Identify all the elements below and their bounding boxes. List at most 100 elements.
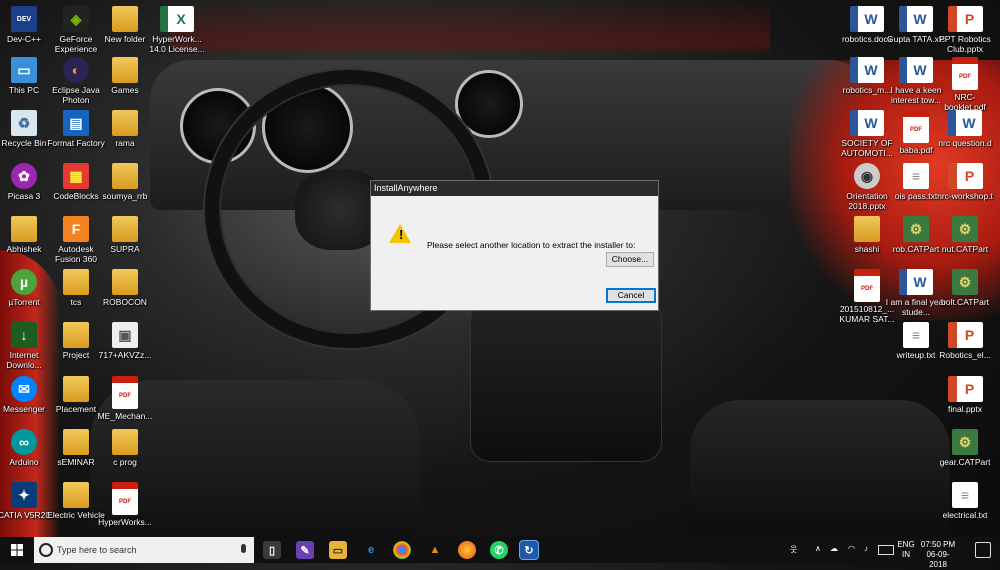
desktop-icon[interactable]: PDF ME_Mechan... <box>94 376 156 421</box>
taskbar: Type here to search ▯ ✎ ▭ e ▲ ✆ ↻ 웃 ∧ ☁ … <box>0 537 1000 569</box>
dialog-title-bar[interactable]: InstallAnywhere <box>371 181 658 196</box>
word-icon: W <box>850 57 884 83</box>
desktop-icon-label: HyperWorks... <box>98 517 152 527</box>
folder-icon <box>63 269 89 295</box>
desktop-icon-label: Games <box>111 85 139 95</box>
desktop-icon-label: bolt.CATPart <box>940 297 990 307</box>
folder-icon <box>63 482 89 508</box>
folder-icon <box>63 376 89 402</box>
region-code: IN <box>902 550 910 559</box>
desktop-icon[interactable]: ⚙ nut.CATPart <box>934 216 996 254</box>
desktop-icon-label: NRC-booklet.pdf <box>944 92 986 112</box>
wallpaper-gauge-center <box>262 82 353 173</box>
text-file-icon: ≡ <box>903 163 929 189</box>
orientation-icon: ◉ <box>854 163 880 189</box>
desktop-icon[interactable]: P Robotics_el... <box>934 322 996 360</box>
word-icon: W <box>899 57 933 83</box>
word-icon: W <box>850 6 884 32</box>
word-icon: W <box>899 6 933 32</box>
desktop-icon[interactable]: ROBOCON <box>94 269 156 307</box>
format-factory-icon: ▤ <box>63 110 89 136</box>
desktop-icon-label: nut.CATPart <box>941 244 989 254</box>
file-explorer-icon[interactable]: ▭ <box>329 541 347 559</box>
whatsapp-icon[interactable]: ✆ <box>490 541 508 559</box>
desktop-icon-label: ROBOCON <box>103 297 147 307</box>
installanywhere-dialog: InstallAnywhere ! Please select another … <box>370 180 659 311</box>
desktop-icon-label: Robotics_el... <box>939 350 991 360</box>
pdf-icon: PDF <box>952 57 978 90</box>
microphone-icon[interactable] <box>241 544 246 553</box>
catpart-icon: ⚙ <box>952 269 978 295</box>
search-box[interactable]: Type here to search <box>34 537 254 563</box>
desktop-icon[interactable]: soumya_rrb <box>94 163 156 201</box>
desktop-icon[interactable]: Pnrc-workshop.t <box>934 163 996 201</box>
image-file-icon: ▣ <box>112 322 138 348</box>
desktop-icon[interactable]: Wnrc question.d <box>934 110 996 148</box>
paint-3d-icon[interactable]: ✎ <box>296 541 314 559</box>
fusion360-icon: F <box>63 216 89 242</box>
folder-icon <box>112 110 138 136</box>
geforce-icon: ◈ <box>63 6 89 32</box>
people-icon[interactable]: 웃 <box>790 544 797 570</box>
desktop-icon[interactable]: PDF HyperWorks... <box>94 482 156 527</box>
text-file-icon: ≡ <box>903 322 929 348</box>
desktop-icon[interactable]: c prog <box>94 429 156 467</box>
desktop-icon[interactable]: Pfinal.pptx <box>934 376 996 414</box>
desktop-icon[interactable]: PDF NRC-booklet.pdf <box>934 57 996 112</box>
clock-time: 07:50 PM <box>920 540 956 549</box>
clock[interactable]: 07:50 PM 06-09-2018 <box>918 540 958 570</box>
dialog-body: ! Please select another location to extr… <box>371 196 658 310</box>
word-icon: W <box>899 269 933 295</box>
cloud-icon[interactable]: ☁ <box>830 544 838 570</box>
action-center-icon[interactable] <box>975 542 991 558</box>
wifi-icon[interactable]: ◠ <box>848 544 855 570</box>
desktop-icon[interactable]: ⚙ bolt.CATPart <box>934 269 996 307</box>
folder-icon <box>854 216 880 242</box>
catpart-icon: ⚙ <box>952 429 978 455</box>
edge-browser-icon[interactable]: e <box>362 541 380 559</box>
idm-icon: ↓ <box>11 322 37 348</box>
desktop-icon[interactable]: SUPRA <box>94 216 156 254</box>
ppt-icon: P <box>947 376 983 402</box>
vlc-icon[interactable]: ▲ <box>426 541 444 559</box>
volume-icon[interactable]: ♪ <box>864 544 868 570</box>
desktop-icon[interactable]: X HyperWork... 14.0 License... <box>146 6 208 54</box>
catpart-icon: ⚙ <box>903 216 929 242</box>
folder-icon <box>112 216 138 242</box>
folder-icon <box>112 163 138 189</box>
cancel-button[interactable]: Cancel <box>606 288 656 303</box>
task-view-icon[interactable]: ▯ <box>263 541 281 559</box>
desktop-icon[interactable]: rama <box>94 110 156 148</box>
desktop-icon[interactable]: ≡ electrical.txt <box>934 482 996 520</box>
language-indicator[interactable]: ENG IN <box>896 540 916 560</box>
excel-icon: X <box>160 6 194 32</box>
desktop-icon[interactable]: ⚙ gear.CATPart <box>934 429 996 467</box>
folder-icon <box>112 269 138 295</box>
arduino-icon: ∞ <box>11 429 37 455</box>
keyboard-icon[interactable] <box>878 545 894 555</box>
catia-icon: ✦ <box>11 482 37 508</box>
desktop-icon-label: nrc question.d <box>938 138 992 148</box>
devcpp-icon: DEV <box>11 6 37 32</box>
desktop-icon-label: final.pptx <box>947 404 983 414</box>
desktop-icon[interactable]: P PPT Robotics Club.pptx <box>934 6 996 54</box>
chrome-icon[interactable] <box>393 541 411 559</box>
folder-icon <box>11 216 37 242</box>
desktop-icon-label: SUPRA <box>110 244 140 254</box>
chevron-up-icon[interactable]: ∧ <box>815 544 821 570</box>
choose-button[interactable]: Choose... <box>606 252 654 267</box>
recycle-bin-icon: ♻ <box>11 110 37 136</box>
start-button[interactable] <box>0 537 34 563</box>
pdf-icon: PDF <box>112 482 138 515</box>
folder-icon <box>112 57 138 83</box>
folder-icon <box>63 429 89 455</box>
firefox-icon[interactable] <box>458 541 476 559</box>
desktop-icon[interactable]: ▣ 717+AKVZz... <box>94 322 156 360</box>
codeblocks-icon: ▦ <box>63 163 89 189</box>
desktop-icon-label: electrical.txt <box>942 510 988 520</box>
folder-icon <box>112 429 138 455</box>
desktop-icon[interactable]: Games <box>94 57 156 95</box>
warning-exclamation-icon: ! <box>399 227 404 242</box>
installanywhere-taskbar-icon[interactable]: ↻ <box>519 540 539 560</box>
desktop-icon-label: PPT Robotics Club.pptx <box>939 34 991 54</box>
